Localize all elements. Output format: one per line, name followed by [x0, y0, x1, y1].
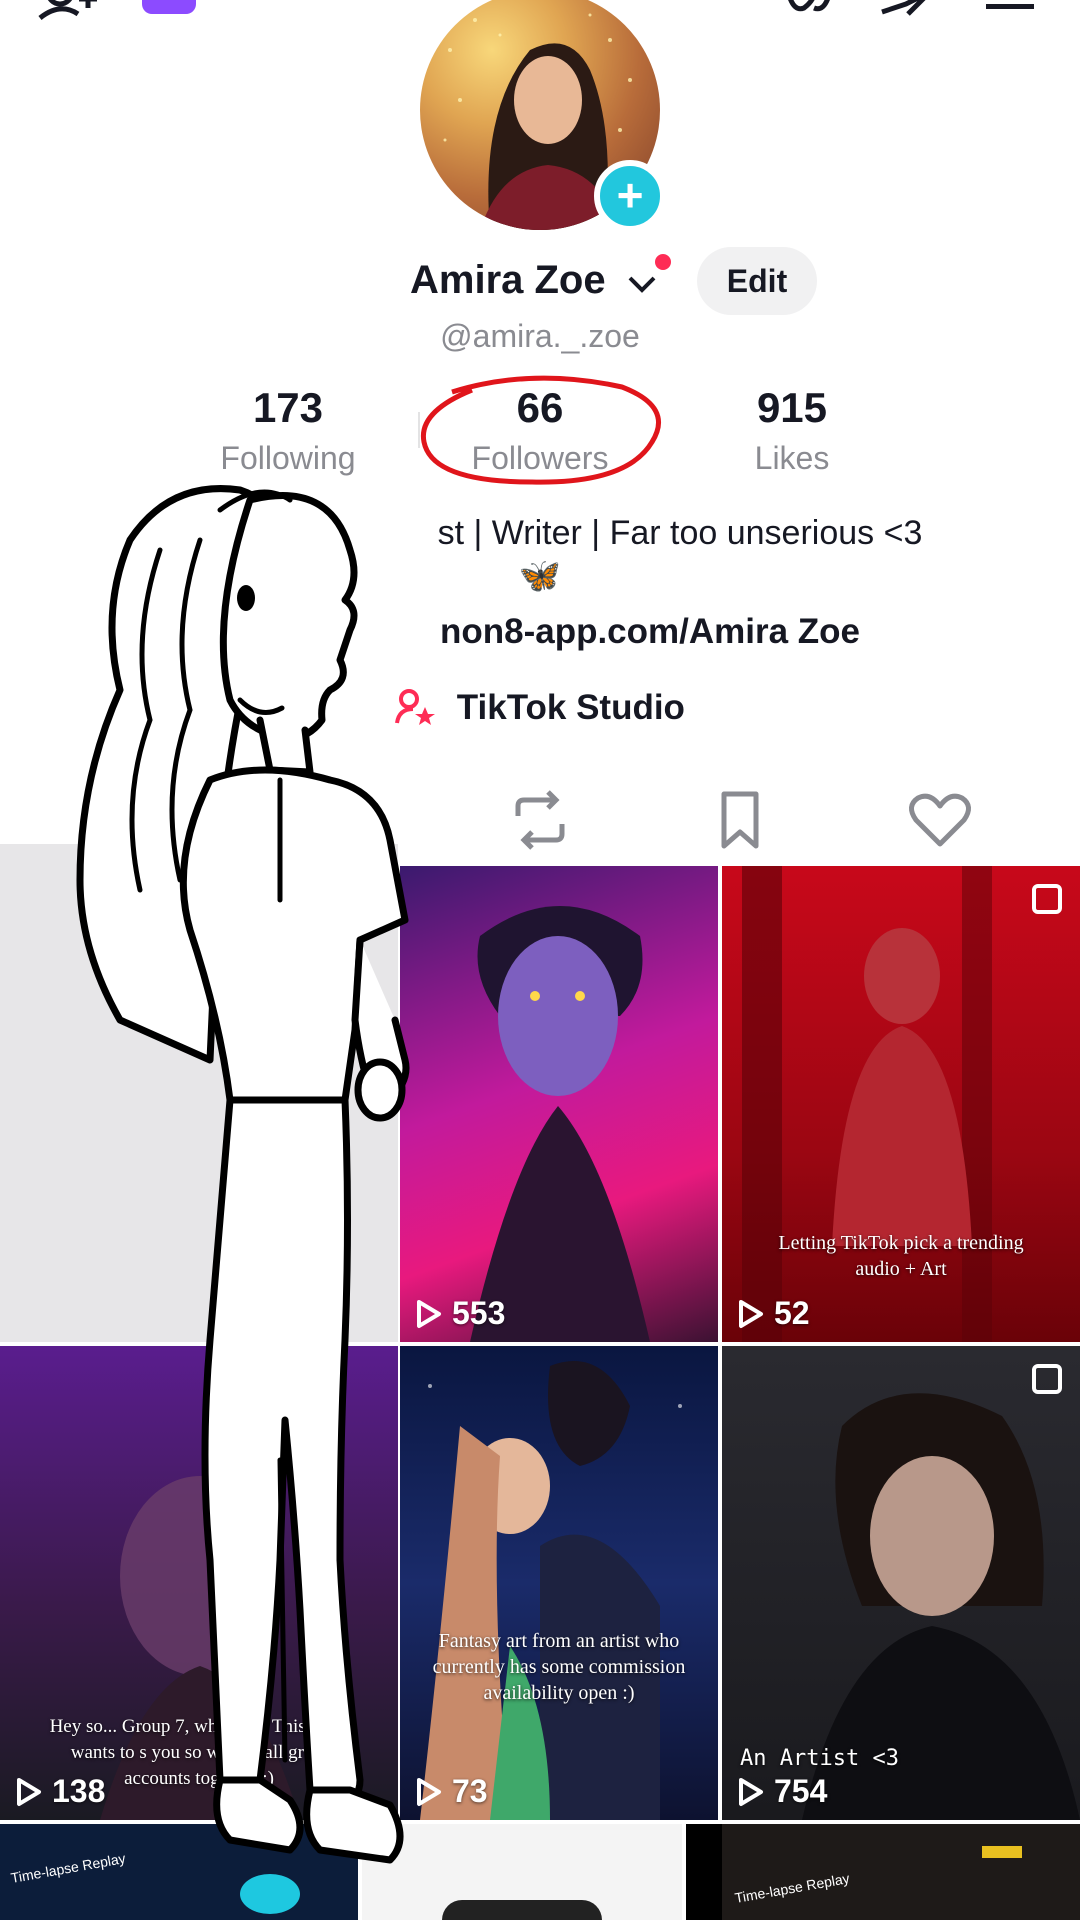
video-caption: An Artist <3: [740, 1746, 899, 1771]
multi-photo-icon: [1032, 884, 1062, 914]
chevron-down-icon[interactable]: [626, 272, 658, 296]
add-user-icon[interactable]: [38, 0, 108, 24]
heart-icon[interactable]: [904, 784, 976, 856]
stat-likes[interactable]: 915 Likes: [692, 384, 892, 477]
glasses-icon[interactable]: [784, 0, 834, 20]
video-thumbnail[interactable]: [686, 1824, 722, 1920]
stat-value: 173: [252, 384, 324, 431]
thumbnail-shape: [442, 1900, 602, 1920]
play-icon: [17, 1777, 41, 1806]
video-caption: Letting TikTok pick a trending audio + A…: [778, 1232, 1024, 1280]
timelapse-label: Time-lapse Replay: [733, 1870, 851, 1906]
video-thumbnail[interactable]: Letting TikTok pick a trending audio + A…: [722, 866, 1080, 1342]
notification-dot: [655, 254, 671, 270]
studio-label: TikTok Studio: [456, 688, 685, 727]
profile-name: Amira Zoe: [410, 258, 606, 302]
notification-badge-icon[interactable]: [142, 0, 196, 14]
edit-profile-button[interactable]: Edit: [697, 247, 817, 315]
menu-icon[interactable]: [986, 0, 1034, 14]
play-icon: [739, 1299, 763, 1328]
video-thumbnail[interactable]: An Artist <3 754: [722, 1346, 1080, 1820]
share-icon[interactable]: [878, 0, 934, 20]
repost-icon[interactable]: [504, 784, 576, 856]
profile-handle: @amira._.zoe: [440, 318, 640, 354]
view-count: 52: [738, 1295, 810, 1332]
annotation-circle: [420, 375, 662, 485]
stat-label: Likes: [754, 440, 830, 476]
add-story-button[interactable]: +: [594, 160, 666, 232]
thumbnail-highlight: [982, 1846, 1022, 1858]
view-count: 754: [738, 1773, 827, 1810]
play-icon: [739, 1777, 763, 1806]
cartoon-girl-illustration: [76, 485, 410, 1864]
bookmark-icon[interactable]: [704, 784, 776, 856]
video-thumbnail[interactable]: Time-lapse Replay: [722, 1824, 1080, 1920]
multi-photo-icon: [1032, 1364, 1062, 1394]
stat-value: 915: [756, 384, 828, 431]
